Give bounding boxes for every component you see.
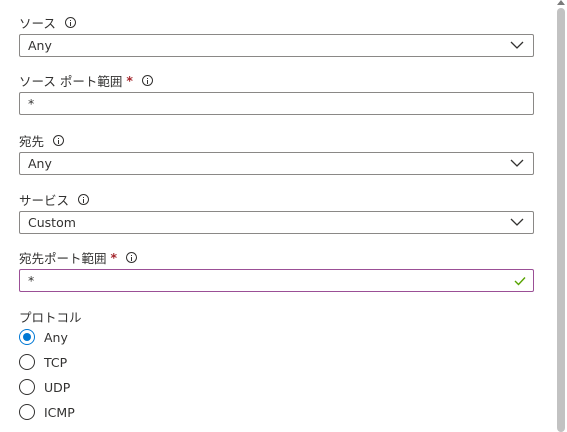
vertical-scrollbar[interactable] <box>555 0 567 432</box>
info-icon[interactable] <box>141 74 153 86</box>
chevron-down-icon <box>510 159 524 167</box>
chevron-down-icon <box>510 41 524 49</box>
dest-port-value: * <box>28 273 35 288</box>
service-dropdown[interactable]: Custom <box>19 211 534 234</box>
radio-label: UDP <box>44 379 71 395</box>
source-port-label-text: ソース ポート範囲 <box>19 73 123 89</box>
radio-button-selected[interactable] <box>19 329 35 345</box>
scrollbar-thumb[interactable] <box>557 8 565 432</box>
service-label: サービス <box>19 190 90 208</box>
info-icon[interactable] <box>64 16 76 28</box>
info-icon[interactable] <box>126 251 138 263</box>
radio-label: ICMP <box>44 404 75 420</box>
protocol-option-icmp[interactable]: ICMP <box>19 403 75 421</box>
service-label-text: サービス <box>19 192 70 208</box>
source-port-value: * <box>28 96 35 111</box>
source-value: Any <box>28 38 52 53</box>
destination-value: Any <box>28 156 52 171</box>
source-port-label: ソース ポート範囲 * <box>19 71 153 89</box>
dest-port-input[interactable]: * <box>19 269 534 292</box>
required-marker: * <box>110 249 118 265</box>
scroll-up-arrow-icon[interactable] <box>557 0 565 5</box>
info-icon[interactable] <box>78 193 90 205</box>
protocol-option-udp[interactable]: UDP <box>19 378 70 396</box>
service-value: Custom <box>28 215 76 230</box>
radio-button[interactable] <box>19 404 35 420</box>
destination-label: 宛先 <box>19 131 65 149</box>
radio-button[interactable] <box>19 379 35 395</box>
protocol-label: プロトコル <box>19 307 82 325</box>
source-label-text: ソース <box>19 15 56 31</box>
radio-button[interactable] <box>19 354 35 370</box>
checkmark-icon <box>514 277 526 286</box>
required-marker: * <box>126 72 133 88</box>
protocol-label-text: プロトコル <box>19 309 82 325</box>
protocol-option-tcp[interactable]: TCP <box>19 353 67 371</box>
dest-port-label-text: 宛先ポート範囲 <box>19 250 107 266</box>
source-port-input[interactable]: * <box>19 92 534 115</box>
info-icon[interactable] <box>53 134 65 146</box>
source-label: ソース <box>19 13 76 31</box>
chevron-down-icon <box>510 218 524 226</box>
dest-port-label: 宛先ポート範囲 * <box>19 248 138 266</box>
destination-dropdown[interactable]: Any <box>19 152 534 175</box>
radio-label: TCP <box>44 354 68 370</box>
protocol-option-any[interactable]: Any <box>19 328 68 346</box>
destination-label-text: 宛先 <box>19 133 45 149</box>
source-dropdown[interactable]: Any <box>19 34 534 57</box>
radio-label: Any <box>44 329 68 345</box>
